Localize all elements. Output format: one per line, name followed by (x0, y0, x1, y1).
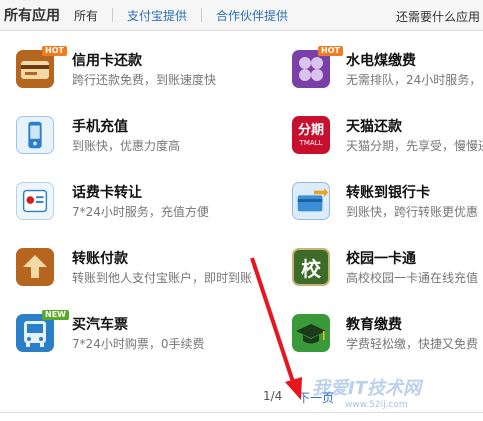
campus-icon-text: 校 (301, 256, 321, 281)
app-name: 信用卡还款 (72, 53, 142, 69)
app-education-payment[interactable]: 教育缴费 学费轻松缴，快捷又免费 (274, 308, 483, 368)
tab-divider (201, 8, 203, 22)
app-desc: 学费轻松缴，快捷又免费 (346, 337, 479, 351)
app-desc: 高校校园一卡通在线充值 (346, 271, 479, 285)
tmall-installment-icon: 分期 TMALL (292, 116, 330, 154)
app-name: 教育缴费 (346, 317, 402, 333)
app-transfer-payment[interactable]: 转账付款 转账到他人支付宝账户，即时到账 (0, 242, 252, 302)
bottom-divider (0, 412, 483, 413)
app-campus-card[interactable]: 校 校园一卡通 高校校园一卡通在线充值 (274, 242, 483, 302)
page-count: 1/4 (263, 389, 283, 403)
top-bar: 所有应用 所有 支付宝提供 合作伙伴提供 还需要什么应用 (0, 0, 483, 31)
app-name: 话费卡转让 (72, 185, 142, 201)
app-desc: 转账到他人支付宝账户，即时到账 (72, 271, 253, 285)
app-name: 转账到银行卡 (346, 185, 430, 201)
app-desc: 到账快，跨行转账更优惠 (346, 205, 479, 219)
tmall-icon-subtext: TMALL (299, 138, 323, 147)
education-payment-icon (292, 314, 330, 352)
tab-partner-provided[interactable]: 合作伙伴提供 (216, 7, 288, 24)
app-desc: 跨行还款免费，到账速度快 (72, 73, 217, 87)
app-desc: 到账快，优惠力度高 (72, 139, 181, 153)
app-name: 校园一卡通 (346, 251, 416, 267)
app-name: 买汽车票 (72, 317, 128, 333)
campus-card-icon: 校 (292, 248, 330, 286)
tab-alipay-provided[interactable]: 支付宝提供 (127, 7, 187, 24)
new-badge: NEW (42, 310, 69, 320)
app-bank-card-transfer[interactable]: 转账到银行卡 到账快，跨行转账更优惠 (274, 176, 483, 236)
app-bus-ticket[interactable]: NEW 买汽车票 7*24小时购票，0手续费 (0, 308, 240, 368)
app-name: 天猫还款 (346, 119, 402, 135)
bank-card-transfer-icon (292, 182, 330, 220)
app-name: 水电煤缴费 (346, 53, 416, 69)
hot-badge: HOT (42, 46, 67, 56)
app-desc: 无需排队，24小时服务， (346, 73, 482, 87)
watermark-url: www.52ij.com (345, 400, 408, 410)
app-desc: 7*24小时服务，充值方便 (72, 205, 209, 219)
app-desc: 天猫分期，先享受，慢慢还 (346, 139, 483, 153)
app-credit-card-repayment[interactable]: HOT 信用卡还款 跨行还款免费，到账速度快 (0, 44, 240, 104)
tab-divider (112, 8, 114, 22)
app-name: 手机充值 (72, 119, 128, 135)
watermark-text: 我爱IT技术网 (312, 378, 421, 399)
phone-card-icon (16, 182, 54, 220)
hot-badge: HOT (318, 46, 343, 56)
page-title: 所有应用 (4, 8, 60, 24)
app-mobile-recharge[interactable]: 手机充值 到账快，优惠力度高 (0, 110, 240, 170)
app-name: 转账付款 (72, 251, 128, 267)
transfer-payment-icon (16, 248, 54, 286)
tab-all[interactable]: 所有 (74, 7, 98, 24)
tmall-icon-text: 分期 (297, 122, 324, 138)
app-tmall-repayment[interactable]: 分期 TMALL 天猫还款 天猫分期，先享受，慢慢还 (274, 110, 483, 170)
app-utilities-payment[interactable]: HOT 水电煤缴费 无需排队，24小时服务， (274, 44, 483, 104)
mobile-phone-icon (16, 116, 54, 154)
app-phone-card-transfer[interactable]: 话费卡转让 7*24小时服务，充值方便 (0, 176, 240, 236)
request-app-link[interactable]: 还需要什么应用 (396, 8, 480, 25)
app-desc: 7*24小时购票，0手续费 (72, 337, 205, 351)
